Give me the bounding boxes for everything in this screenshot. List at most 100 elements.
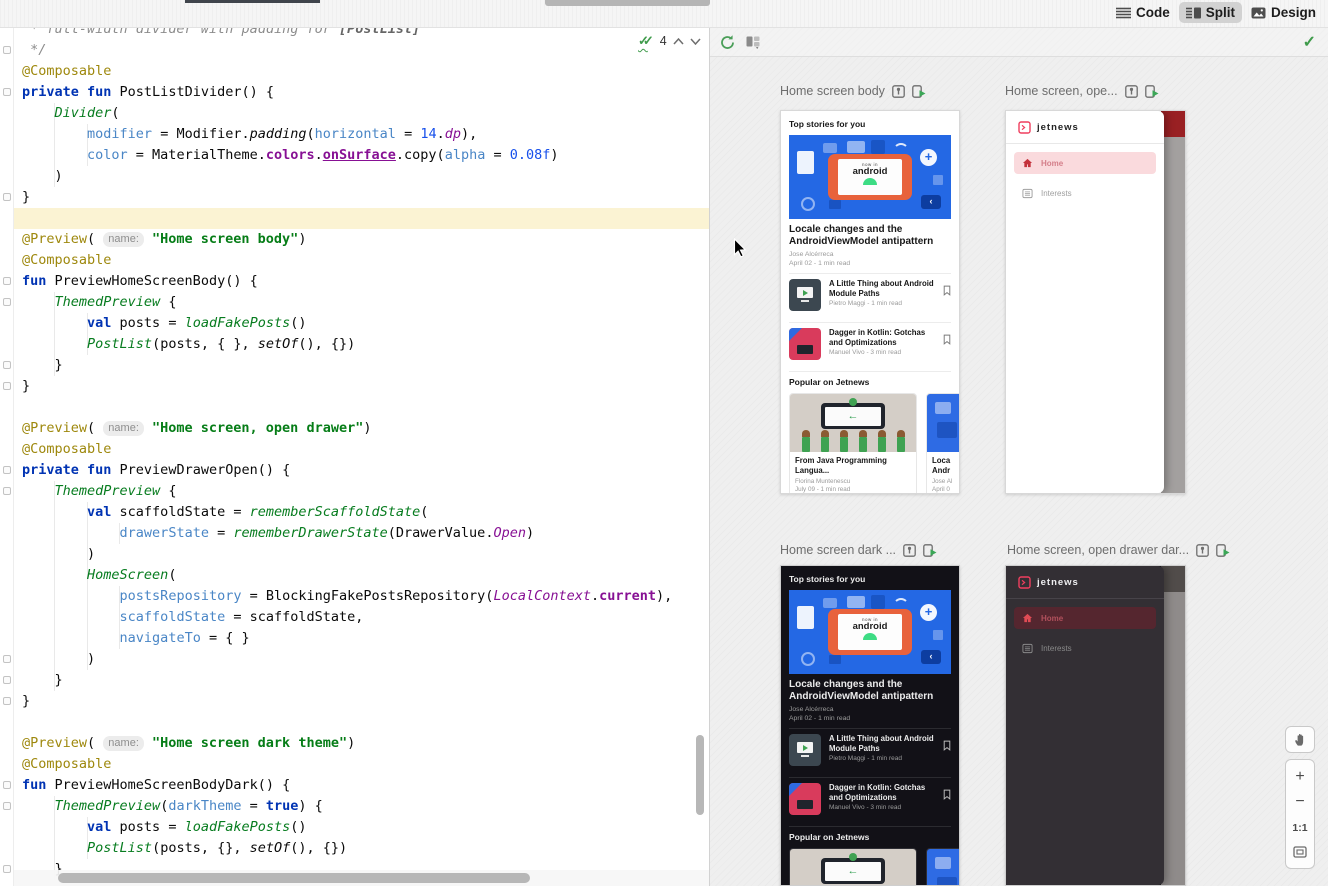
list-icon	[1022, 643, 1033, 654]
code-line: @Preview( name: "Home screen body")	[22, 229, 306, 250]
fold-marker[interactable]	[3, 781, 11, 789]
fold-marker[interactable]	[3, 298, 11, 306]
code-mode-button[interactable]: Code	[1109, 2, 1177, 23]
zoom-out-button[interactable]: −	[1295, 795, 1304, 809]
split-mode-button[interactable]: Split	[1179, 2, 1242, 23]
design-picture-icon	[1251, 7, 1266, 19]
app-bar-strip	[1161, 111, 1185, 137]
jetnews-logo-icon	[1018, 121, 1031, 134]
fold-marker[interactable]	[3, 802, 11, 810]
popular-post-card: LocaAndr Jose Al April 0	[926, 393, 959, 493]
preview-title: Home screen, ope...	[1005, 84, 1118, 98]
preview-card-header-4: Home screen, open drawer dar...	[1007, 543, 1257, 557]
zoom-in-button[interactable]: +	[1295, 770, 1304, 784]
app-bar-strip	[1161, 566, 1185, 592]
interactive-preview-icon[interactable]	[1196, 544, 1209, 557]
pan-tool-button[interactable]	[1285, 726, 1315, 753]
run-preview-on-device-icon[interactable]	[1145, 85, 1159, 98]
fold-marker[interactable]	[3, 382, 11, 390]
jetnews-logo-row: jetnews	[1006, 111, 1164, 143]
drawer-item-home[interactable]: Home	[1014, 607, 1156, 629]
popular-post-card: ← From Java Programming Langua...	[789, 848, 917, 885]
zoom-actual-size-button[interactable]: 1:1	[1292, 821, 1307, 835]
drawer-item-interests[interactable]: Interests	[1014, 637, 1156, 659]
interactive-preview-icon[interactable]	[892, 85, 905, 98]
interactive-preview-icon[interactable]	[1125, 85, 1138, 98]
run-preview-on-device-icon[interactable]	[1216, 544, 1230, 557]
editor-horizontal-scrollbar[interactable]	[58, 873, 530, 883]
next-highlight-chevron-icon[interactable]	[690, 38, 701, 45]
code-line: @Composable	[22, 250, 111, 271]
fold-marker[interactable]	[3, 865, 11, 873]
home-icon	[1022, 613, 1033, 623]
fold-marker[interactable]	[3, 676, 11, 684]
post-title: Locale changes and the AndroidViewModel …	[789, 679, 951, 703]
jetnews-logo-row: jetnews	[1006, 566, 1164, 598]
inspections-widget[interactable]: ✓✓ 4	[638, 33, 701, 49]
preview-card-open-drawer[interactable]: jetnews Home Interests	[1005, 110, 1186, 494]
android-phone-illustration: now in android	[828, 154, 912, 200]
inspections-count: 4	[660, 34, 667, 48]
code-line: PostList(posts, { }, setOf(), {})	[22, 334, 355, 355]
preview-title: Home screen body	[780, 84, 885, 98]
code-lines-icon	[1116, 7, 1131, 19]
post-thumbnail	[789, 279, 821, 311]
code-line: val posts = loadFakePosts()	[22, 817, 307, 838]
code-line: @Composable	[22, 439, 111, 460]
code-line: ThemedPreview {	[22, 292, 176, 313]
drawer-item-home[interactable]: Home	[1014, 152, 1156, 174]
section-title: Top stories for you	[789, 566, 951, 584]
previous-highlight-chevron-icon[interactable]	[673, 38, 684, 45]
run-preview-on-device-icon[interactable]	[912, 85, 926, 98]
editor-vertical-scrollbar[interactable]	[696, 735, 704, 815]
hand-pan-icon	[1293, 732, 1308, 747]
interactive-preview-icon[interactable]	[903, 544, 916, 557]
list-icon	[1022, 188, 1033, 199]
preview-card-header-1: Home screen body	[780, 84, 960, 98]
code-line: private fun PreviewDrawerOpen() {	[22, 460, 290, 481]
bookmark-icon	[943, 740, 951, 751]
drawer-item-interests[interactable]: Interests	[1014, 182, 1156, 204]
preview-card-home-screen-dark[interactable]: Top stories for you + ‹ now in android	[780, 565, 960, 886]
build-refresh-button[interactable]	[719, 34, 736, 56]
android-studio-split-editor: Code Split Design * full-width divider w…	[0, 0, 1328, 886]
code-editor[interactable]: * full-width divider with padding for [P…	[0, 28, 710, 886]
fold-marker[interactable]	[3, 88, 11, 96]
fold-marker[interactable]	[3, 697, 11, 705]
back-arrow-bubble: ‹	[921, 195, 941, 209]
preview-card-open-drawer-dark[interactable]: jetnews Home Interests	[1005, 565, 1186, 886]
post-author: Jose Alcérreca	[789, 706, 951, 713]
refresh-icon	[719, 34, 736, 51]
zoom-controls: + − 1:1	[1285, 759, 1315, 869]
zoom-to-fit-icon[interactable]	[1293, 846, 1307, 858]
scrim-content	[1161, 111, 1185, 493]
fold-marker[interactable]	[3, 46, 11, 54]
code-line: Divider(	[22, 103, 120, 124]
code-line: val posts = loadFakePosts()	[22, 313, 307, 334]
hero-illustration: + ‹ now in android	[789, 590, 951, 674]
design-mode-label: Design	[1271, 5, 1316, 20]
fold-marker[interactable]	[3, 487, 11, 495]
hero-illustration: + ‹ now in android	[789, 135, 951, 219]
run-preview-on-device-icon[interactable]	[923, 544, 937, 557]
preview-layout-switch-button[interactable]	[746, 36, 761, 54]
post-meta: April 02 - 1 min read	[789, 260, 951, 267]
code-line: fun PreviewHomeScreenBodyDark() {	[22, 775, 290, 796]
fold-marker[interactable]	[3, 361, 11, 369]
editor-gutter	[0, 28, 14, 886]
navigation-drawer: jetnews Home Interests	[1006, 566, 1164, 885]
fold-marker[interactable]	[3, 466, 11, 474]
code-line: @Preview( name: "Home screen, open drawe…	[22, 418, 371, 439]
fold-marker[interactable]	[3, 277, 11, 285]
back-arrow-bubble: ‹	[921, 650, 941, 664]
post-list-item: Dagger in Kotlin: Gotchas and Optimizati…	[789, 323, 951, 365]
fold-marker[interactable]	[3, 193, 11, 201]
preview-card-header-2: Home screen, ope...	[1005, 84, 1186, 98]
post-thumbnail	[789, 328, 821, 360]
preview-card-home-screen-body[interactable]: Top stories for you + ‹ now in android	[780, 110, 960, 494]
fold-marker[interactable]	[3, 655, 11, 663]
code-line: }	[22, 355, 63, 376]
design-mode-button[interactable]: Design	[1244, 2, 1323, 23]
post-list-item: Dagger in Kotlin: Gotchas and Optimizati…	[789, 778, 951, 820]
android-phone-illustration: now in android	[828, 609, 912, 655]
